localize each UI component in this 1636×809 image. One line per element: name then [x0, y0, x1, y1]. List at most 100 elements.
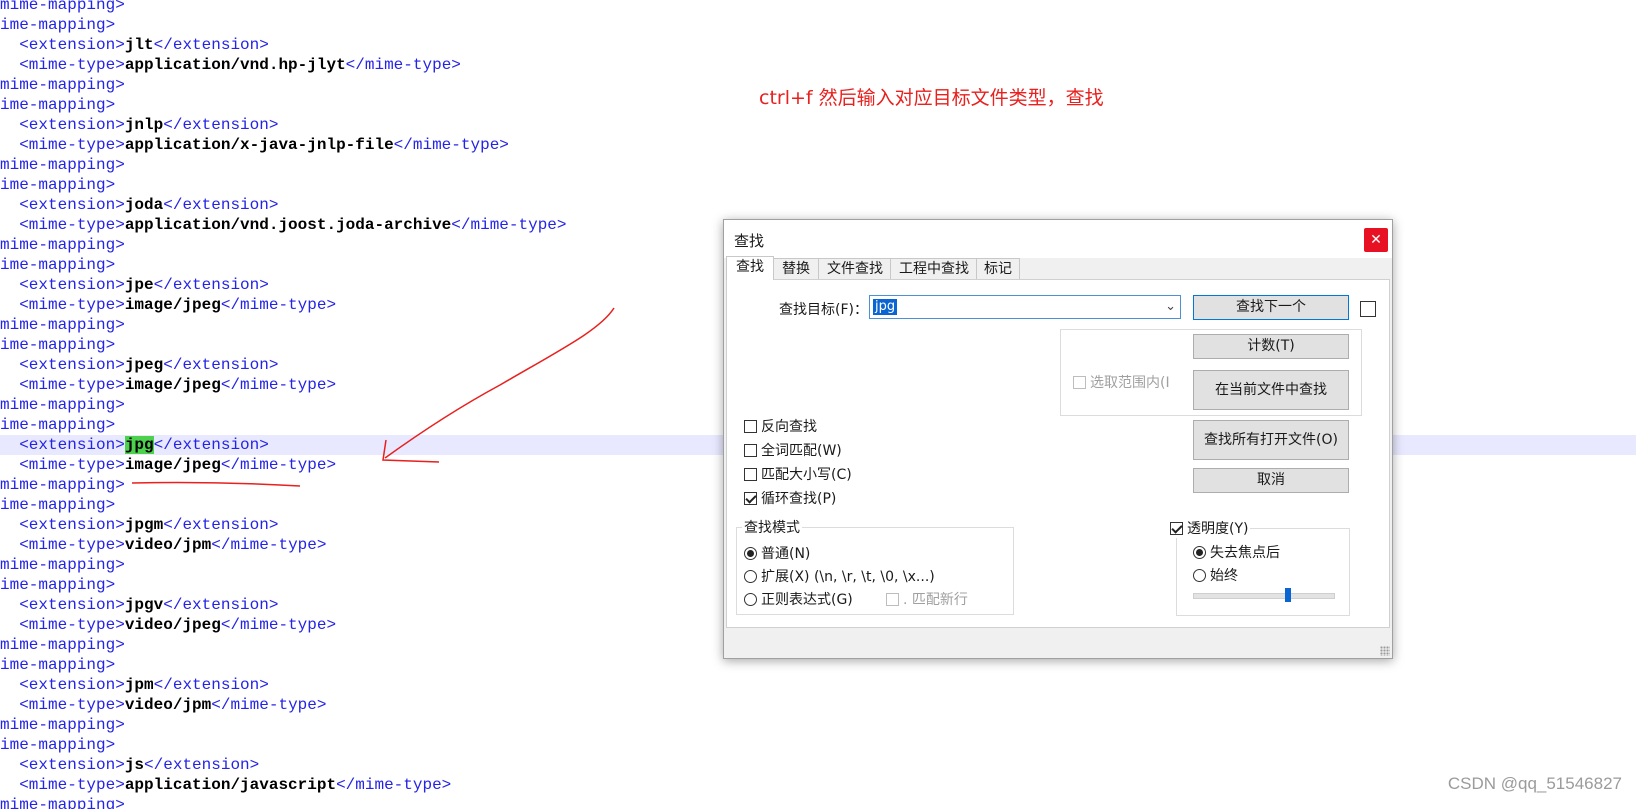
backward-label: 反向查找	[761, 419, 817, 435]
code-tag-close: </mime-type>	[211, 696, 327, 714]
mode-regex-radio[interactable]	[744, 593, 757, 606]
chevron-down-icon[interactable]: ⌄	[1165, 297, 1176, 317]
count-button[interactable]: 计数(T)	[1193, 334, 1349, 359]
code-line[interactable]: <extension>joda</extension>	[0, 195, 1636, 215]
tab-find-in-files[interactable]: 文件查找	[818, 258, 892, 280]
code-value: jlt	[124, 36, 154, 54]
code-line[interactable]: mime-mapping>	[0, 715, 1636, 735]
dot-newline-label: . 匹配新行	[903, 592, 968, 608]
code-line[interactable]: <mime-type>application/javascript</mime-…	[0, 775, 1636, 795]
code-line[interactable]: <mime-type>video/jpm</mime-type>	[0, 695, 1636, 715]
in-selection-checkbox	[1073, 376, 1086, 389]
code-tag-open: <mime-type>	[19, 376, 125, 394]
code-line[interactable]: ime-mapping>	[0, 735, 1636, 755]
code-line[interactable]: <extension>jpm</extension>	[0, 675, 1636, 695]
code-tag-close: </extension>	[153, 436, 269, 454]
code-tag-open: <extension>	[19, 196, 125, 214]
match-case-option[interactable]: 匹配大小写(C)	[744, 464, 852, 484]
transparency-slider[interactable]	[1193, 588, 1335, 602]
wrap-around-label: 循环查找(P)	[761, 491, 837, 507]
code-line[interactable]: mime-mapping>	[0, 795, 1636, 809]
code-value: image/jpeg	[124, 456, 221, 474]
code-tag-open: <extension>	[19, 596, 125, 614]
code-line[interactable]: mime-mapping>	[0, 155, 1636, 175]
code-tag-open: mime-mapping>	[0, 236, 125, 254]
dialog-titlebar[interactable]: 查找 ✕	[724, 220, 1392, 258]
code-value: joda	[124, 196, 164, 214]
mode-extended-radio[interactable]	[744, 570, 757, 583]
mode-regex-option[interactable]: 正则表达式(G)	[744, 589, 853, 609]
code-tag-close: </extension>	[163, 516, 279, 534]
code-tag-open: <extension>	[19, 676, 125, 694]
match-case-label: 匹配大小写(C)	[761, 467, 852, 483]
code-line[interactable]: <extension>jnlp</extension>	[0, 115, 1636, 135]
cancel-button[interactable]: 取消	[1193, 468, 1349, 493]
code-tag-close: </extension>	[153, 676, 269, 694]
find-dialog: 查找 ✕ 查找 替换 文件查找 工程中查找 标记 查找目标(F)： jpg ⌄ …	[723, 219, 1393, 659]
code-tag-open: ime-mapping>	[0, 496, 116, 514]
mode-extended-option[interactable]: 扩展(X) (\n, \r, \t, \0, \x...)	[744, 566, 935, 586]
code-tag-open: mime-mapping>	[0, 476, 125, 494]
find-what-combobox[interactable]: jpg ⌄	[869, 295, 1181, 319]
code-tag-open: <mime-type>	[19, 136, 125, 154]
code-line[interactable]: ime-mapping>	[0, 175, 1636, 195]
close-icon[interactable]: ✕	[1364, 228, 1388, 252]
code-tag-close: </mime-type>	[345, 56, 461, 74]
whole-word-option[interactable]: 全词匹配(W)	[744, 440, 842, 460]
code-tag-open: <mime-type>	[19, 216, 125, 234]
code-tag-open: ime-mapping>	[0, 16, 116, 34]
code-tag-open: <extension>	[19, 116, 125, 134]
code-tag-open: ime-mapping>	[0, 576, 116, 594]
code-line[interactable]: <extension>jlt</extension>	[0, 35, 1636, 55]
code-line[interactable]: ime-mapping>	[0, 15, 1636, 35]
wrap-around-option[interactable]: 循环查找(P)	[744, 488, 836, 508]
transparency-always-option[interactable]: 始终	[1193, 565, 1238, 585]
always-radio[interactable]	[1193, 569, 1206, 582]
wrap-around-checkbox[interactable]	[744, 492, 757, 505]
tab-find-in-project[interactable]: 工程中查找	[890, 258, 978, 280]
code-line[interactable]: <mime-type>application/vnd.hp-jlyt</mime…	[0, 55, 1636, 75]
match-case-checkbox[interactable]	[744, 468, 757, 481]
transparency-option[interactable]: 透明度(Y)	[1168, 518, 1251, 538]
tab-replace[interactable]: 替换	[772, 258, 820, 280]
code-value: video/jpm	[124, 536, 212, 554]
code-tag-open: <mime-type>	[19, 456, 125, 474]
search-match: jpg	[124, 436, 154, 454]
tab-find[interactable]: 查找	[726, 256, 774, 280]
resize-grip-icon[interactable]	[1380, 646, 1390, 656]
tab-mark[interactable]: 标记	[976, 258, 1020, 280]
code-line[interactable]: <extension>js</extension>	[0, 755, 1636, 775]
backward-option[interactable]: 反向查找	[744, 416, 817, 436]
on-lose-focus-label: 失去焦点后	[1210, 545, 1280, 561]
mode-normal-option[interactable]: 普通(N)	[744, 543, 810, 563]
dot-newline-checkbox	[886, 593, 899, 606]
direction-checkbox[interactable]	[1360, 301, 1376, 317]
find-next-button[interactable]: 查找下一个	[1193, 295, 1349, 320]
code-tag-open: mime-mapping>	[0, 76, 125, 94]
dialog-title: 查找	[734, 232, 765, 250]
code-tag-close: </extension>	[144, 756, 260, 774]
transparency-on-lose-focus-option[interactable]: 失去焦点后	[1193, 542, 1280, 562]
backward-checkbox[interactable]	[744, 420, 757, 433]
find-what-value[interactable]: jpg	[873, 299, 898, 315]
code-line[interactable]: <mime-type>application/x-java-jnlp-file<…	[0, 135, 1636, 155]
on-lose-focus-radio[interactable]	[1193, 546, 1206, 559]
code-value: js	[124, 756, 145, 774]
always-label: 始终	[1210, 568, 1238, 584]
find-all-open-files-button[interactable]: 查找所有打开文件(O)	[1193, 420, 1349, 460]
find-in-current-file-button[interactable]: 在当前文件中查找	[1193, 370, 1349, 410]
code-value: application/vnd.hp-jlyt	[124, 56, 346, 74]
code-line[interactable]: mime-mapping>	[0, 0, 1636, 15]
code-tag-open: ime-mapping>	[0, 176, 116, 194]
annotation-note: ctrl+f 然后输入对应目标文件类型，查找	[759, 87, 1104, 109]
whole-word-checkbox[interactable]	[744, 444, 757, 457]
mode-normal-radio[interactable]	[744, 547, 757, 560]
transparency-checkbox[interactable]	[1170, 522, 1183, 535]
transparency-slider-thumb[interactable]	[1285, 588, 1291, 602]
